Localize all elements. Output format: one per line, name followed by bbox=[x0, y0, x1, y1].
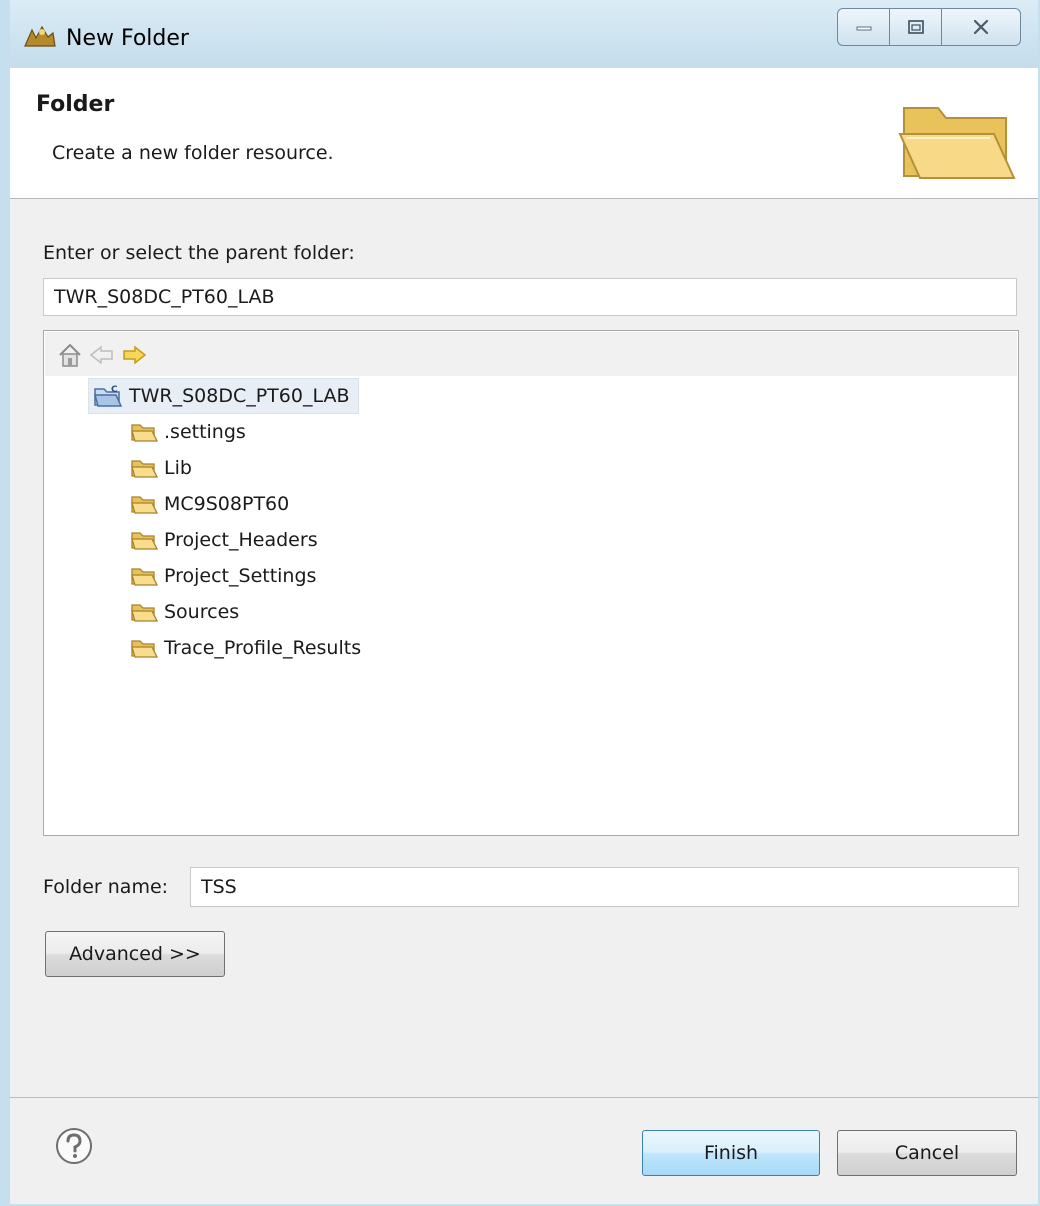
minimize-button[interactable] bbox=[837, 8, 889, 46]
folder-name-input[interactable] bbox=[190, 867, 1019, 907]
folder-tree[interactable]: C TWR_S08DC_PT60_LAB .settings Lib MC9S0… bbox=[43, 330, 1019, 836]
folder-icon bbox=[131, 424, 158, 442]
folder-icon bbox=[131, 604, 158, 622]
cancel-button[interactable]: Cancel bbox=[837, 1130, 1017, 1176]
minimize-icon bbox=[856, 26, 871, 31]
home-icon[interactable] bbox=[57, 342, 83, 368]
parent-folder-input[interactable] bbox=[43, 278, 1017, 316]
tree-item-mc9s08pt60[interactable]: MC9S08PT60 bbox=[130, 489, 289, 519]
eclipse-wizard-icon bbox=[24, 25, 56, 47]
folder-name-label: Folder name: bbox=[43, 876, 169, 898]
caption-buttons bbox=[837, 8, 1023, 50]
tree-item-trace-profile-results[interactable]: Trace_Profile_Results bbox=[130, 633, 361, 663]
folder-icon bbox=[131, 568, 158, 586]
tree-item-sources[interactable]: Sources bbox=[130, 597, 239, 627]
tree-item-project-settings[interactable]: Project_Settings bbox=[130, 561, 316, 591]
tree-item-label: MC9S08PT60 bbox=[164, 493, 290, 515]
svg-text:C: C bbox=[111, 385, 118, 395]
footer-divider bbox=[10, 1097, 1038, 1098]
page-title: Folder bbox=[36, 92, 115, 117]
forward-arrow-icon[interactable] bbox=[121, 342, 147, 368]
maximize-button[interactable] bbox=[889, 8, 941, 46]
page-description: Create a new folder resource. bbox=[52, 142, 334, 164]
close-icon bbox=[973, 19, 989, 35]
tree-toolbar bbox=[45, 332, 1017, 376]
tree-root-label: TWR_S08DC_PT60_LAB bbox=[129, 385, 350, 407]
title-bar[interactable]: New Folder bbox=[10, 0, 1038, 68]
tree-item-label: Project_Headers bbox=[164, 529, 318, 551]
folder-icon bbox=[131, 532, 158, 550]
tree-item-label: Sources bbox=[164, 601, 240, 623]
finish-button[interactable]: Finish bbox=[642, 1130, 820, 1176]
close-button[interactable] bbox=[941, 8, 1021, 46]
wizard-header: Folder Create a new folder resource. bbox=[10, 68, 1038, 199]
tree-item-settings[interactable]: .settings bbox=[130, 417, 246, 447]
tree-item-label: Trace_Profile_Results bbox=[164, 637, 362, 659]
tree-root-item[interactable]: C TWR_S08DC_PT60_LAB bbox=[88, 378, 359, 414]
tree-item-label: Project_Settings bbox=[164, 565, 317, 587]
back-arrow-icon[interactable] bbox=[89, 342, 115, 368]
folder-icon bbox=[131, 460, 158, 478]
tree-item-label: .settings bbox=[164, 421, 246, 443]
advanced-button[interactable]: Advanced >> bbox=[45, 931, 225, 977]
maximize-icon bbox=[907, 20, 924, 34]
help-icon[interactable] bbox=[54, 1126, 94, 1166]
new-folder-dialog: New Folder Folder Create a new folder re… bbox=[0, 0, 1040, 1206]
tree-item-label: Lib bbox=[164, 457, 192, 479]
window-title: New Folder bbox=[66, 26, 189, 51]
parent-folder-label: Enter or select the parent folder: bbox=[43, 242, 355, 264]
folder-icon bbox=[131, 496, 158, 514]
folder-icon bbox=[131, 640, 158, 658]
c-project-folder-icon: C bbox=[94, 385, 123, 407]
folder-large-icon bbox=[898, 107, 1016, 179]
tree-item-lib[interactable]: Lib bbox=[130, 453, 192, 483]
tree-item-project-headers[interactable]: Project_Headers bbox=[130, 525, 318, 555]
